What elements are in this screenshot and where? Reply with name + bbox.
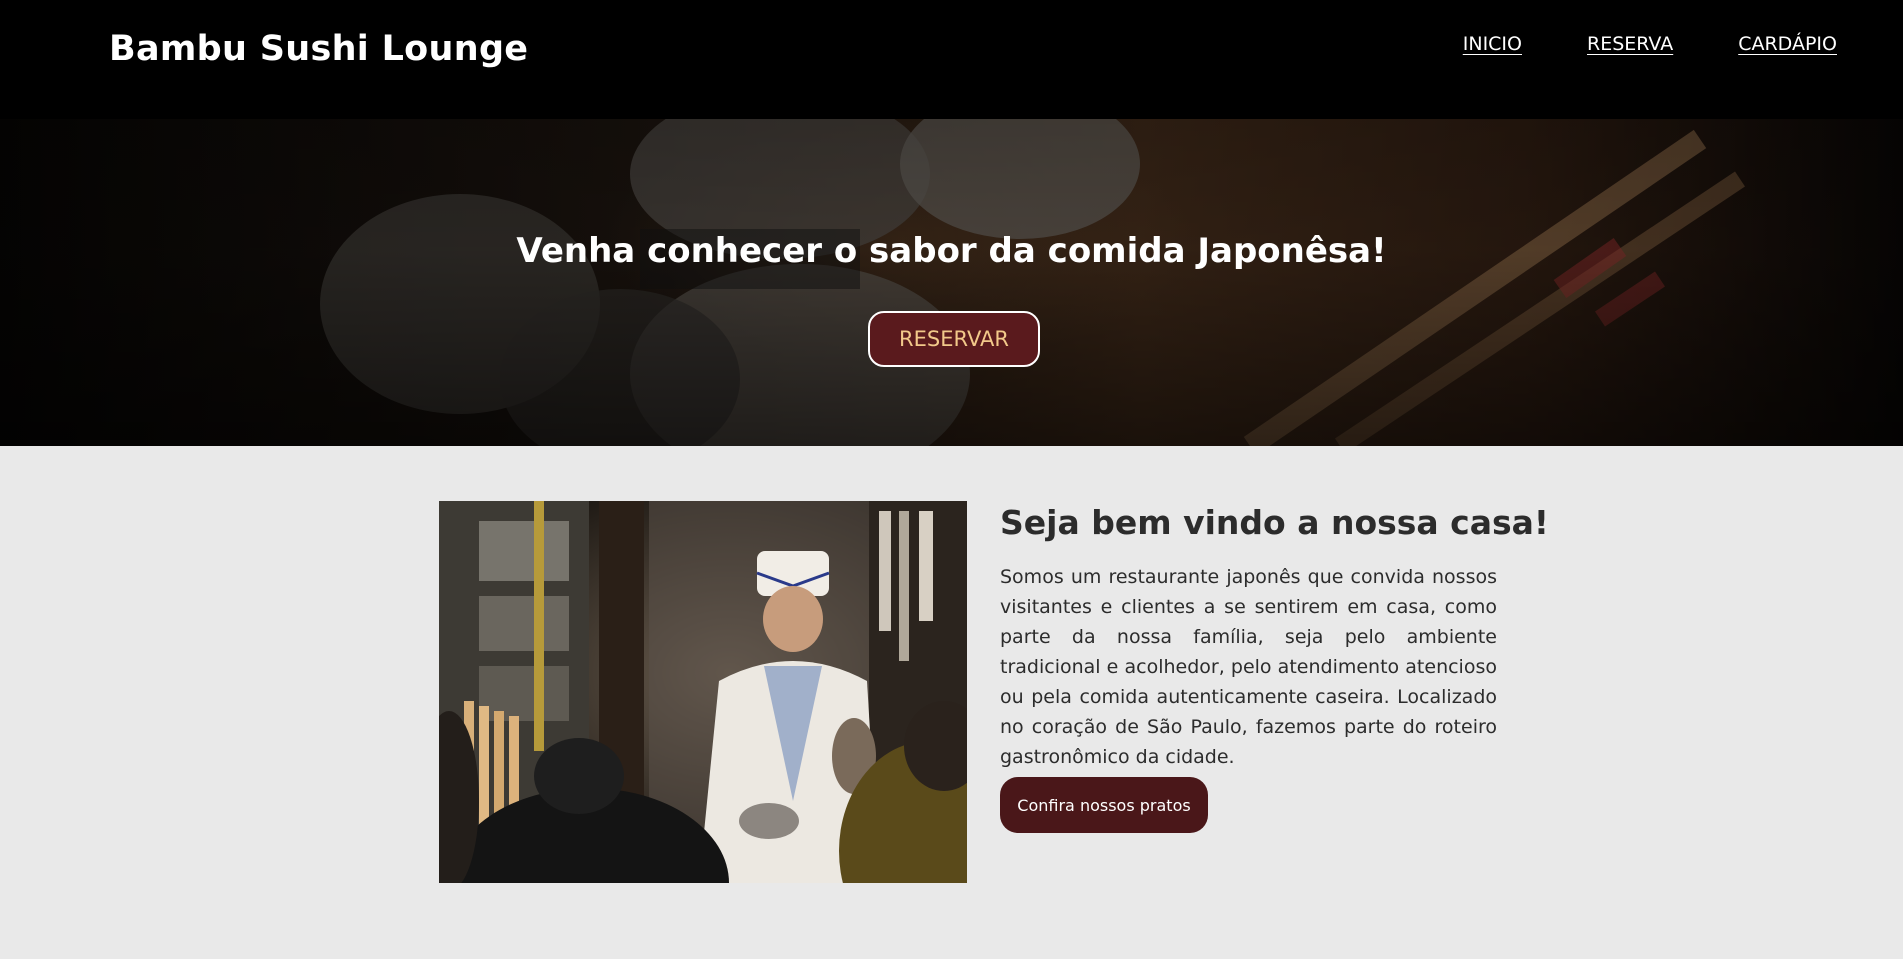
- hero-title: Venha conhecer o sabor da comida Japonês…: [516, 231, 1387, 271]
- brand-logo[interactable]: Bambu Sushi Lounge: [109, 29, 528, 69]
- confira-pratos-button[interactable]: Confira nossos pratos: [1000, 777, 1208, 833]
- chef-photo: [439, 501, 967, 883]
- hero-overlay: [0, 119, 1903, 446]
- nav-inicio[interactable]: INICIO: [1463, 33, 1522, 55]
- welcome-title: Seja bem vindo a nossa casa!: [1000, 503, 1549, 542]
- welcome-description: Somos um restaurante japonês que convida…: [1000, 566, 1497, 768]
- nav-cardapio[interactable]: CARDÁPIO: [1738, 33, 1837, 55]
- welcome-section: Seja bem vindo a nossa casa! Somos um re…: [0, 446, 1903, 959]
- reservar-button[interactable]: RESERVAR: [868, 311, 1040, 367]
- chef-image: [439, 501, 967, 883]
- main-nav: INICIO RESERVA CARDÁPIO: [1463, 33, 1837, 55]
- welcome-text-block: Seja bem vindo a nossa casa! Somos um re…: [1000, 503, 1549, 833]
- site-header: Bambu Sushi Lounge INICIO RESERVA CARDÁP…: [0, 0, 1903, 119]
- hero-banner: Venha conhecer o sabor da comida Japonês…: [0, 119, 1903, 446]
- nav-reserva[interactable]: RESERVA: [1587, 33, 1673, 55]
